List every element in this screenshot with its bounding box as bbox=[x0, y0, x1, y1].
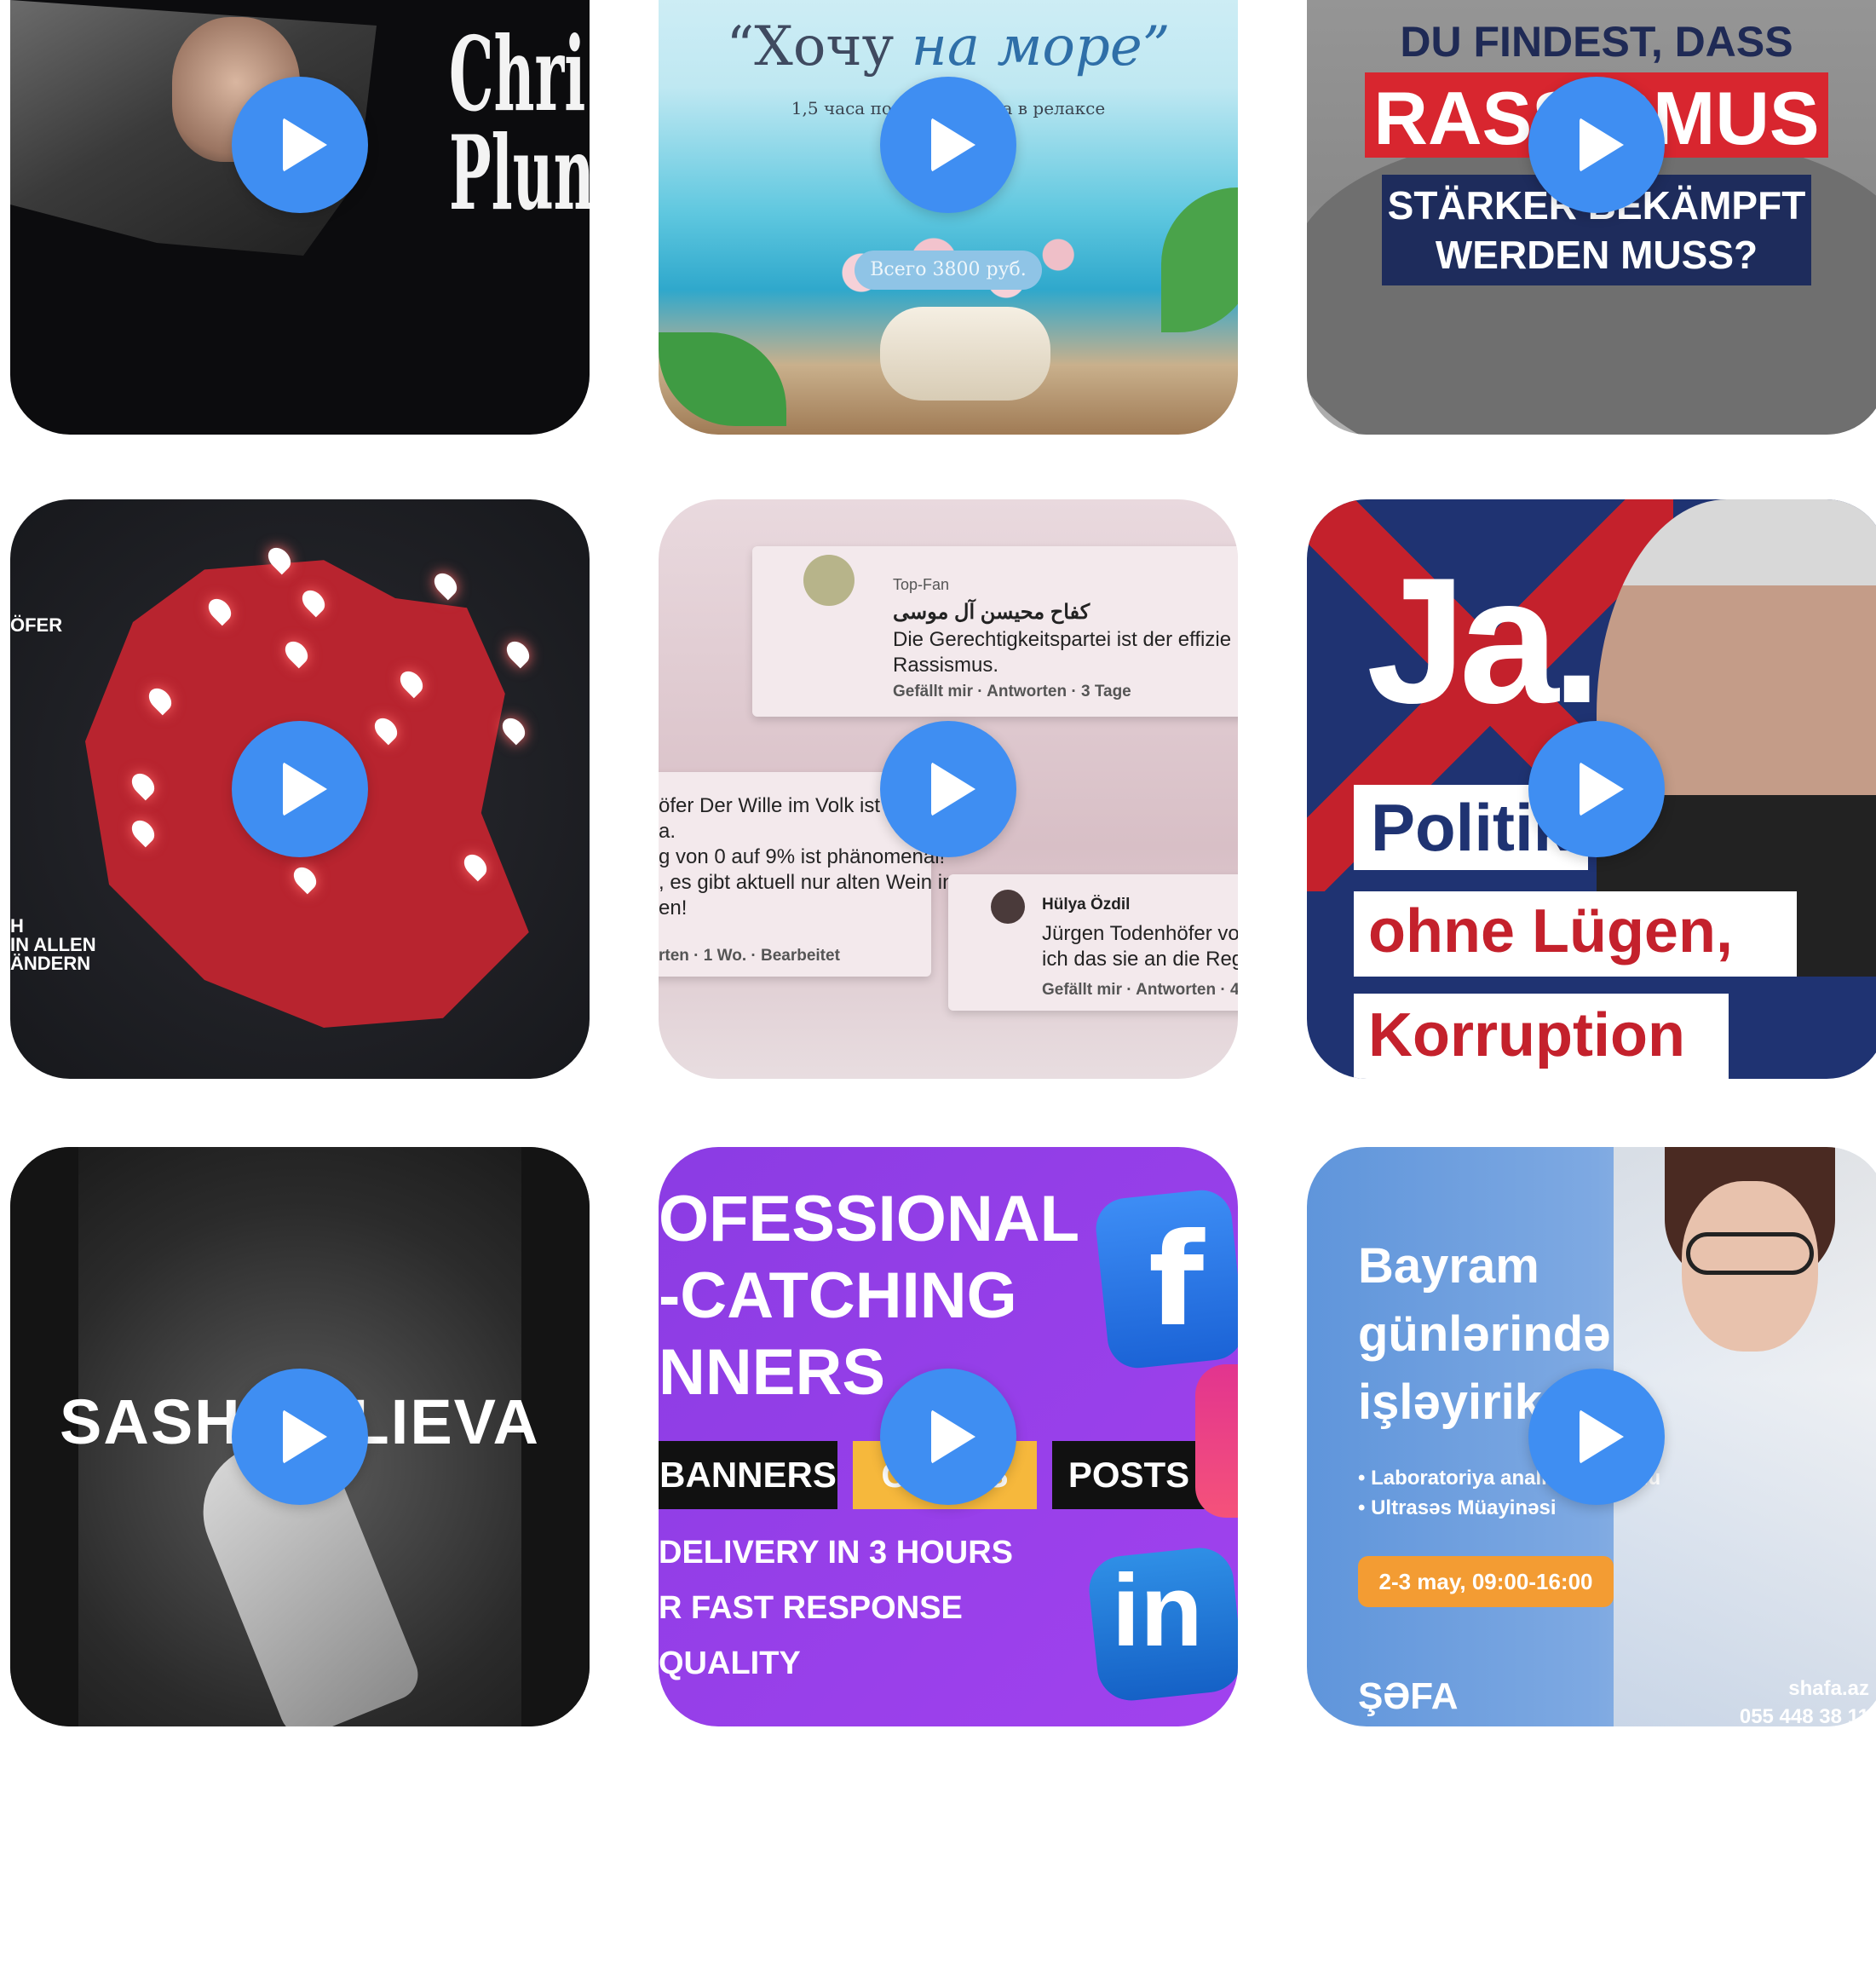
play-icon bbox=[283, 762, 327, 816]
brand-logo: ŞƏFA bbox=[1358, 1675, 1459, 1717]
side-label: ÖFER bbox=[10, 614, 63, 636]
facebook-letter: f bbox=[1148, 1207, 1205, 1355]
thumbnail-headline: “Хочу на море” bbox=[659, 15, 1238, 78]
play-icon bbox=[283, 118, 327, 172]
map-pin-icon bbox=[498, 713, 530, 746]
instagram-icon bbox=[1195, 1364, 1238, 1518]
thumbnail-headline: OFESSIONAL -CATCHING NNERS bbox=[659, 1183, 1080, 1409]
glasses-graphic bbox=[1686, 1232, 1814, 1275]
linkedin-letters: in bbox=[1112, 1553, 1203, 1668]
video-thumbnail-3[interactable]: DU FINDEST, DASS RASSISMUS STÄRKER BEKÄM… bbox=[1307, 0, 1876, 435]
bullet-1: DELIVERY IN 3 HOURS bbox=[659, 1535, 1013, 1571]
comment-meta: Gefällt mir · Antworten · 4 bbox=[1042, 981, 1238, 999]
headline-line-1: DU FINDEST, DASS bbox=[1400, 18, 1793, 66]
video-thumbnail-1[interactable]: Chri Plun bbox=[10, 0, 590, 435]
bottom-label: H IN ALLEN ÄNDERN bbox=[10, 915, 96, 974]
video-thumbnail-2[interactable]: “Хочу на море” 1,5 часа полного отдыха в… bbox=[659, 0, 1238, 435]
towel-graphic bbox=[880, 307, 1050, 401]
thumbnail-title: Chri Plun bbox=[449, 14, 590, 233]
map-pin-icon bbox=[502, 637, 534, 669]
top-fan-badge: Top-Fan bbox=[893, 576, 950, 593]
headline-ja: Ja. bbox=[1367, 540, 1602, 741]
play-button[interactable] bbox=[880, 721, 1016, 857]
price-badge: Всего 3800 руб. bbox=[855, 251, 1042, 290]
play-icon bbox=[1580, 762, 1624, 816]
play-button[interactable] bbox=[232, 1369, 368, 1505]
play-icon bbox=[931, 1409, 975, 1464]
play-icon bbox=[283, 1409, 327, 1464]
play-button[interactable] bbox=[880, 1369, 1016, 1505]
comment-author: Hülya Özdil bbox=[1042, 896, 1131, 914]
headline-part-a: “Хочу bbox=[726, 15, 895, 78]
comment-text: Die Gerechtigkeitspartei ist der effizie… bbox=[893, 628, 1232, 677]
play-icon bbox=[1580, 118, 1624, 172]
play-icon bbox=[931, 118, 975, 172]
leaf-graphic bbox=[1161, 187, 1238, 332]
video-thumbnail-7[interactable]: SASHA ALIEVA bbox=[10, 1147, 590, 1726]
headline-word-2: ohne Lügen, bbox=[1368, 897, 1733, 965]
play-button[interactable] bbox=[232, 77, 368, 213]
play-button[interactable] bbox=[232, 721, 368, 857]
play-button[interactable] bbox=[1528, 1369, 1665, 1505]
chip-posts: POSTS bbox=[1052, 1441, 1206, 1509]
headline-part-b: на море” bbox=[911, 15, 1171, 78]
play-button[interactable] bbox=[1528, 77, 1665, 213]
service-item-2: • Ultrasəs Müayinəsi bbox=[1358, 1496, 1557, 1519]
headline-word-3: Korruption bbox=[1368, 1001, 1685, 1069]
video-thumbnail-8[interactable]: OFESSIONAL -CATCHING NNERS BANNERS CARDS… bbox=[659, 1147, 1238, 1726]
brand-url: shafa.az bbox=[1788, 1677, 1869, 1700]
map-pin-icon bbox=[429, 568, 462, 601]
play-button[interactable] bbox=[1528, 721, 1665, 857]
video-thumbnail-5[interactable]: Top-Fan كفاح محيسن آل موسى Die Gerechtig… bbox=[659, 499, 1238, 1079]
play-button[interactable] bbox=[880, 77, 1016, 213]
comment-meta: Gefällt mir · Antworten · 3 Tage bbox=[893, 683, 1131, 700]
avatar bbox=[991, 890, 1025, 924]
play-icon bbox=[931, 762, 975, 816]
video-thumbnail-4[interactable]: ÖFER H IN ALLEN ÄNDERN bbox=[10, 499, 590, 1079]
comment-meta: rten · 1 Wo. · Bearbeitet bbox=[659, 947, 840, 965]
date-badge: 2-3 may, 09:00-16:00 bbox=[1358, 1556, 1614, 1607]
leaf-graphic bbox=[659, 332, 786, 426]
bullet-2: R FAST RESPONSE bbox=[659, 1590, 963, 1626]
video-thumbnail-9[interactable]: Bayram günlərində işləyirik • Laboratori… bbox=[1307, 1147, 1876, 1726]
bullet-3: QUALITY bbox=[659, 1646, 801, 1681]
play-icon bbox=[1580, 1409, 1624, 1464]
video-thumbnail-6[interactable]: Ja. Politik ohne Lügen, Korruption bbox=[1307, 499, 1876, 1079]
comment-author: كفاح محيسن آل موسى bbox=[893, 601, 1090, 624]
comment-text: Jürgen Todenhöfer vo ich das sie an die … bbox=[1042, 922, 1238, 971]
brand-phone: 055 448 38 11 bbox=[1739, 1705, 1869, 1726]
avatar bbox=[803, 555, 855, 606]
chip-banners: BANNERS bbox=[659, 1441, 837, 1509]
